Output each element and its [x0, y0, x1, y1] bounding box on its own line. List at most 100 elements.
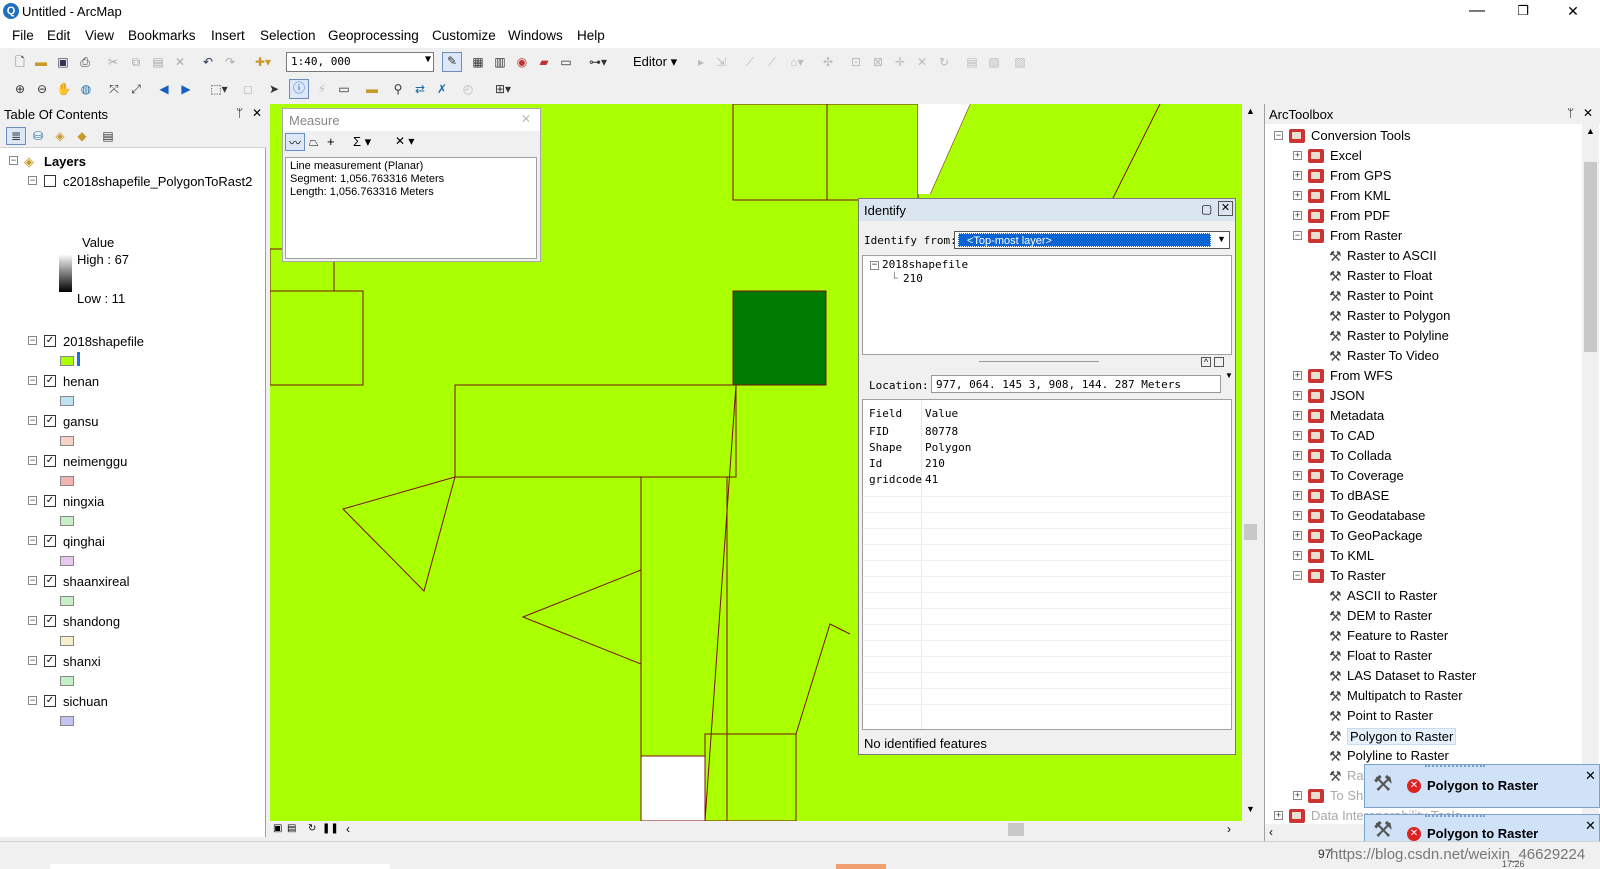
close-button[interactable]: ✕	[1550, 0, 1596, 24]
layer-symbol-swatch[interactable]	[60, 676, 74, 686]
expand-icon[interactable]: +	[1293, 531, 1302, 540]
collapse-icon[interactable]: −	[28, 616, 37, 625]
save-icon[interactable]: ▣	[55, 54, 71, 70]
expand-icon[interactable]: +	[1293, 151, 1302, 160]
menu-selection[interactable]: Selection	[260, 28, 316, 43]
attribute-row[interactable]: FID 80778	[863, 424, 1231, 440]
undo-icon[interactable]: ↶	[200, 54, 216, 70]
editor-menu[interactable]: Editor ▾	[633, 54, 677, 70]
collapse-icon[interactable]: −	[28, 176, 37, 185]
collapse-icon[interactable]: −	[28, 576, 37, 585]
toc-window-icon[interactable]: ▦	[470, 54, 486, 70]
attribute-row[interactable]: Shape Polygon	[863, 440, 1231, 456]
go-forward-icon[interactable]: ▶	[178, 81, 194, 97]
delete-icon[interactable]: ✕	[172, 54, 188, 70]
scroll-left-icon[interactable]: ‹	[1269, 825, 1273, 839]
attribute-row[interactable]: Id 210	[863, 456, 1231, 472]
notification-close-icon[interactable]: ✕	[1585, 768, 1596, 784]
arctoolbox-close-icon[interactable]: ✕	[1583, 106, 1593, 120]
layer-symbol-swatch[interactable]	[60, 396, 74, 406]
open-icon[interactable]: ▬	[33, 54, 49, 70]
zoom-in-icon[interactable]: ⊕	[12, 81, 28, 97]
collapse-icon[interactable]: −	[870, 261, 879, 270]
clear-and-reset-icon[interactable]: ✕ ▾	[395, 134, 414, 148]
clear-selection-icon[interactable]: ◻	[240, 81, 256, 97]
collapse-icon[interactable]: −	[28, 496, 37, 505]
attribute-row[interactable]: gridcode 41	[863, 472, 1231, 488]
scroll-up-icon[interactable]: ▲	[1246, 106, 1255, 116]
layer-symbol-swatch[interactable]	[60, 636, 74, 646]
menu-insert[interactable]: Insert	[211, 28, 245, 43]
expand-icon[interactable]: −	[1293, 571, 1302, 580]
go-to-xy-icon[interactable]: ✗	[434, 81, 450, 97]
list-by-drawing-order-icon[interactable]: ≣	[6, 127, 26, 145]
search-window-icon[interactable]: ◉	[514, 54, 530, 70]
measure-area-icon[interactable]: ⏢	[309, 135, 319, 150]
layer-visibility-checkbox[interactable]: ✓	[44, 575, 56, 587]
menu-customize[interactable]: Customize	[432, 28, 496, 43]
measure-line-icon[interactable]: 〰	[285, 133, 305, 151]
menu-bookmarks[interactable]: Bookmarks	[128, 28, 196, 43]
menu-view[interactable]: View	[85, 28, 114, 43]
identify-layer-node[interactable]: 2018shapefile	[882, 258, 968, 271]
fixed-zoom-out-icon[interactable]: ⤢	[128, 81, 144, 97]
expand-icon[interactable]: −	[1293, 231, 1302, 240]
expand-icon[interactable]: +	[1293, 551, 1302, 560]
expand-icon[interactable]: +	[1293, 791, 1302, 800]
editor-toolbar-icon[interactable]: ✎	[442, 52, 462, 72]
zoom-out-icon[interactable]: ⊖	[34, 81, 50, 97]
menu-geoprocessing[interactable]: Geoprocessing	[328, 28, 419, 43]
minimize-button[interactable]: —	[1454, 0, 1500, 24]
menu-edit[interactable]: Edit	[47, 28, 70, 43]
layer-visibility-checkbox[interactable]: ✓	[44, 535, 56, 547]
add-data-icon[interactable]: ✚▾	[250, 54, 276, 70]
copy-icon[interactable]: ⧉	[128, 54, 144, 70]
measure-close-icon[interactable]: ✕	[521, 112, 531, 126]
layer-visibility-checkbox[interactable]: ✓	[44, 655, 56, 667]
select-features-icon[interactable]: ⬚▾	[206, 81, 232, 97]
expand-icon[interactable]: ^	[1201, 357, 1211, 367]
scroll-thumb[interactable]	[1008, 823, 1024, 836]
collapse-icon[interactable]: −	[28, 336, 37, 345]
layer-symbol-swatch[interactable]	[60, 596, 74, 606]
go-back-icon[interactable]: ◀	[156, 81, 172, 97]
layer-visibility-checkbox[interactable]: ✓	[44, 375, 56, 387]
collapse-icon[interactable]: −	[1274, 131, 1283, 140]
collapse-icon[interactable]: −	[28, 416, 37, 425]
redo-icon[interactable]: ↷	[222, 54, 238, 70]
scroll-up-icon[interactable]: ▲	[1586, 126, 1595, 136]
layer-symbol-swatch[interactable]	[60, 476, 74, 486]
collapse-icon[interactable]: −	[28, 696, 37, 705]
layer-symbol-swatch[interactable]	[60, 556, 74, 566]
toc-options-icon[interactable]: ▤	[100, 128, 116, 144]
toolbox-scrollbar[interactable]: ▲	[1582, 124, 1599, 824]
model-builder-icon[interactable]: ⊶▾	[585, 54, 611, 70]
expand-icon[interactable]: +	[1293, 491, 1302, 500]
expand-icon[interactable]: +	[1293, 371, 1302, 380]
collapse-panel-icon[interactable]	[1214, 357, 1224, 367]
hyperlink-icon[interactable]: ⚡	[314, 81, 330, 97]
location-dropdown-icon[interactable]: ▼	[1225, 371, 1233, 380]
print-icon[interactable]: ⎙	[77, 54, 93, 70]
select-elements-icon[interactable]: ➤	[266, 81, 282, 97]
expand-icon[interactable]: +	[1293, 211, 1302, 220]
data-view-icon[interactable]: ▤	[287, 823, 296, 834]
collapse-icon[interactable]: −	[28, 656, 37, 665]
new-document-icon[interactable]: 🗋	[12, 54, 28, 70]
expand-icon[interactable]: +	[1293, 431, 1302, 440]
scroll-down-icon[interactable]: ▼	[1246, 804, 1255, 814]
selected-polygon-highlight[interactable]	[732, 290, 827, 386]
splitter-grip[interactable]	[979, 361, 1099, 362]
menu-file[interactable]: File	[12, 28, 34, 43]
layer-visibility-checkbox[interactable]: ✓	[44, 335, 56, 347]
expand-icon[interactable]: +	[1293, 451, 1302, 460]
expand-icon[interactable]: +	[1293, 511, 1302, 520]
paste-icon[interactable]: ▤	[150, 54, 166, 70]
expand-icon[interactable]: +	[1293, 471, 1302, 480]
geoprocessing-notification[interactable]: ⚒ ✕ Polygon to Raster ✕	[1364, 814, 1600, 844]
map-vertical-scrollbar[interactable]: ▲ ▼	[1242, 104, 1259, 821]
collapse-icon[interactable]: −	[9, 156, 18, 165]
time-slider-icon[interactable]: ◴	[460, 81, 476, 97]
identify-restore-icon[interactable]: ▢	[1201, 202, 1212, 216]
find-route-icon[interactable]: ⇄	[412, 81, 428, 97]
